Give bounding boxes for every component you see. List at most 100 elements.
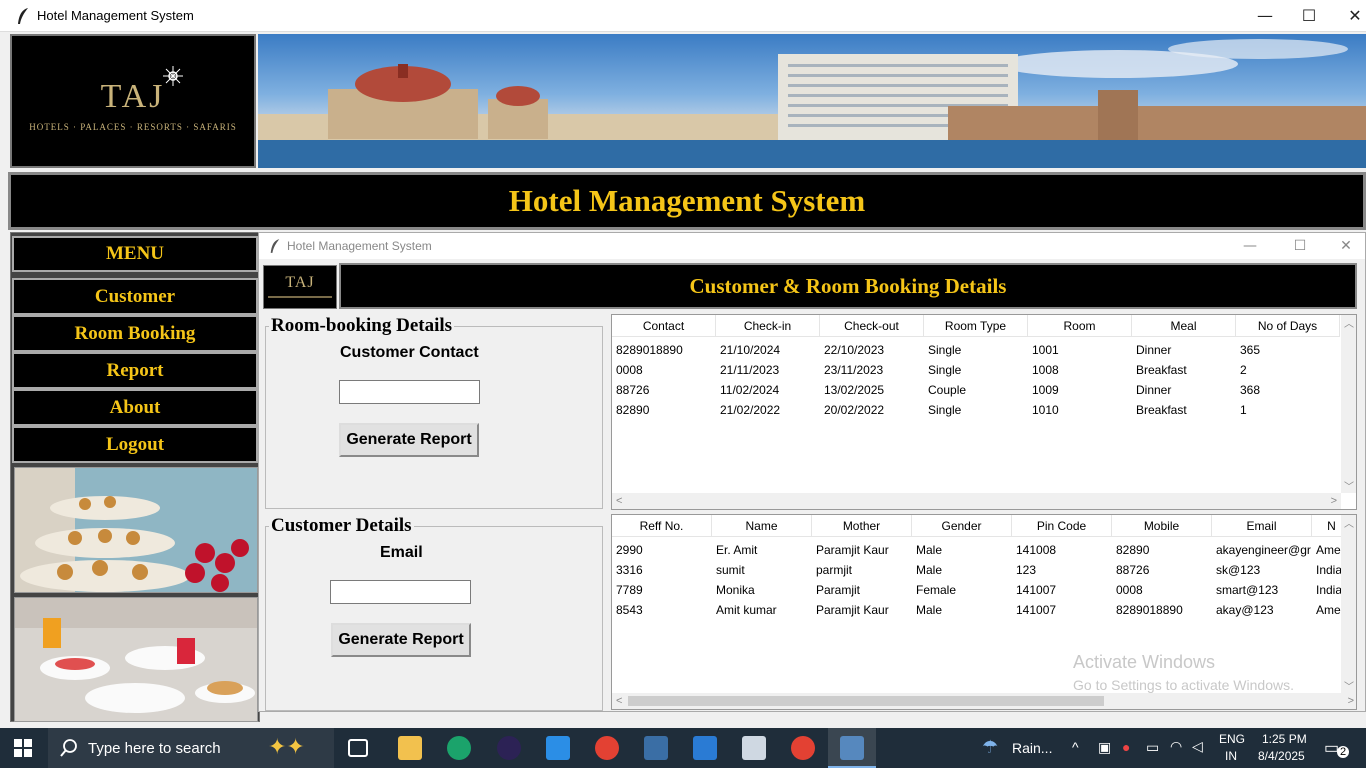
column-header[interactable]: Check-out	[820, 315, 924, 337]
column-header[interactable]: Email	[1212, 515, 1312, 537]
task-view-icon[interactable]	[348, 739, 368, 757]
volume-icon[interactable]: ◁	[1192, 738, 1203, 755]
clock-time[interactable]: 1:25 PM	[1262, 732, 1307, 746]
column-header[interactable]: Name	[712, 515, 812, 537]
edge-icon[interactable]	[447, 736, 471, 760]
battery-icon[interactable]: ▭	[1146, 739, 1159, 756]
minimize-icon: —	[1257, 5, 1273, 25]
customer-contact-input[interactable]	[339, 380, 480, 404]
table-row[interactable]: 8543 Amit kumar Paramjit Kaur Male 141007 828…	[612, 600, 1352, 620]
menu-room-booking-button[interactable]: Room Booking	[12, 315, 258, 352]
small-taj-logo: TAJ	[263, 265, 337, 309]
clock-date[interactable]: 8/4/2025	[1258, 749, 1305, 763]
email-input[interactable]	[330, 580, 471, 604]
column-header[interactable]: Contact	[612, 315, 716, 337]
menu-report-label: Report	[106, 359, 164, 381]
generate-report-room-button[interactable]: Generate Report	[339, 423, 479, 457]
report-heading-text: Customer & Room Booking Details	[689, 273, 1007, 298]
news-app-icon[interactable]	[693, 736, 717, 760]
language-in[interactable]: IN	[1225, 749, 1237, 763]
room-table-vertical-scrollbar[interactable]: ︿ ﹀	[1341, 315, 1356, 493]
column-header[interactable]: Meal	[1132, 315, 1236, 337]
tray-alert-icon[interactable]: ●	[1122, 739, 1130, 755]
report-maximize-button[interactable]: ☐	[1277, 235, 1323, 257]
customer-table-header: Reff No. Name Mother Gender Pin Code Mobile Em…	[612, 515, 1352, 537]
column-header[interactable]: Gender	[912, 515, 1012, 537]
generate-report-customer-button[interactable]: Generate Report	[331, 623, 471, 657]
table-cell: Single	[928, 403, 962, 417]
file-explorer-icon[interactable]	[398, 736, 422, 760]
scroll-up-icon: ︿	[1344, 319, 1354, 330]
report-window: Hotel Management System — ☐ ✕ TAJ Custom…	[258, 232, 1366, 712]
menu-about-button[interactable]: About	[12, 389, 258, 426]
customer-details-legend: Customer Details	[271, 515, 412, 536]
small-logo-brand: TAJ	[285, 274, 315, 291]
customer-table-vertical-scrollbar[interactable]: ︿ ﹀	[1341, 515, 1356, 693]
table-cell: 7789	[616, 583, 643, 597]
column-header[interactable]: Room Type	[924, 315, 1028, 337]
menu-customer-button[interactable]: Customer	[12, 278, 258, 315]
room-table-horizontal-scrollbar[interactable]: < >	[612, 493, 1341, 509]
table-cell: smart@123	[1216, 583, 1279, 597]
computer-icon[interactable]	[742, 736, 766, 760]
table-cell: 23/11/2023	[824, 363, 884, 377]
column-header[interactable]: Room	[1028, 315, 1132, 337]
activate-windows-watermark: Activate Windows Go to Settings to activ…	[1073, 652, 1294, 693]
maximize-button[interactable]: ☐	[1286, 0, 1332, 30]
column-header[interactable]: Mobile	[1112, 515, 1212, 537]
column-header[interactable]: Mother	[812, 515, 912, 537]
table-row[interactable]: 8289018890 21/10/2024 22/10/2023 Single 1001…	[612, 340, 1340, 360]
scroll-up-icon: ︿	[1344, 519, 1354, 530]
close-button[interactable]: ✕	[1332, 0, 1366, 30]
weather-icon: ☂	[982, 737, 999, 757]
table-row[interactable]: 7789 Monika Paramjit Female 141007 0008 smart@…	[612, 580, 1352, 600]
chrome-profile-icon[interactable]	[791, 736, 815, 760]
menu-heading: MENU	[12, 236, 258, 272]
hotel-banner-image	[258, 34, 1366, 168]
close-icon: ✕	[1348, 5, 1362, 25]
table-cell: 3316	[616, 563, 643, 577]
report-minimize-button[interactable]: —	[1227, 235, 1273, 257]
eclipse-icon[interactable]	[497, 736, 521, 760]
table-row[interactable]: 88726 11/02/2024 13/02/2025 Couple 1009 Dinne…	[612, 380, 1340, 400]
scroll-thumb[interactable]	[628, 696, 1104, 706]
watermark-line1: Activate Windows	[1073, 652, 1216, 672]
taskbar-search[interactable]: Type here to search ✦✦	[48, 728, 334, 768]
table-cell: Amit kumar	[716, 603, 777, 617]
food-image-1	[14, 467, 258, 593]
menu-logout-button[interactable]: Logout	[12, 426, 258, 463]
scroll-down-icon: ﹀	[1344, 682, 1354, 693]
table-cell: Er. Amit	[716, 543, 758, 557]
table-cell: 141008	[1016, 543, 1057, 557]
column-header[interactable]: Pin Code	[1012, 515, 1112, 537]
vscode-icon[interactable]	[546, 736, 570, 760]
table-row[interactable]: 2990 Er. Amit Paramjit Kaur Male 141008 82890…	[612, 540, 1352, 560]
mysql-workbench-icon[interactable]	[644, 736, 668, 760]
weather-text[interactable]: Rain...	[1012, 740, 1052, 756]
language-eng[interactable]: ENG	[1219, 732, 1245, 746]
minimize-button[interactable]: —	[1242, 0, 1288, 30]
column-header[interactable]: Reff No.	[612, 515, 712, 537]
table-row[interactable]: 82890 21/02/2022 20/02/2022 Single 1010 Break…	[612, 400, 1340, 420]
logo-tagline: HOTELS · PALACES · RESORTS · SAFARIS	[29, 122, 237, 132]
column-header[interactable]: No of Days	[1236, 315, 1340, 337]
table-cell: 365	[1240, 343, 1261, 357]
menu-room-booking-label: Room Booking	[74, 322, 196, 344]
wifi-icon[interactable]: ◠	[1170, 738, 1182, 755]
tray-expand-icon[interactable]: ^	[1072, 739, 1079, 755]
tray-app-icon[interactable]: ▣	[1098, 739, 1111, 756]
customer-table-horizontal-scrollbar[interactable]: < >	[612, 693, 1356, 709]
search-icon	[60, 739, 77, 757]
maximize-icon: ☐	[1293, 238, 1307, 254]
report-close-button[interactable]: ✕	[1323, 235, 1366, 257]
table-cell: 8289018890	[616, 343, 683, 357]
table-row[interactable]: 3316 sumit parmjit Male 123 88726 sk@123 India	[612, 560, 1352, 580]
close-icon: ✕	[1340, 238, 1352, 254]
minimize-icon: —	[1243, 238, 1257, 254]
menu-report-button[interactable]: Report	[12, 352, 258, 389]
chrome-icon[interactable]	[595, 736, 619, 760]
title-bar: Hotel Management System — ☐ ✕	[0, 0, 1366, 32]
table-row[interactable]: 0008 21/11/2023 23/11/2023 Single 1008 Breakf…	[612, 360, 1340, 380]
column-header[interactable]: Check-in	[716, 315, 820, 337]
windows-start-icon[interactable]	[14, 739, 32, 757]
